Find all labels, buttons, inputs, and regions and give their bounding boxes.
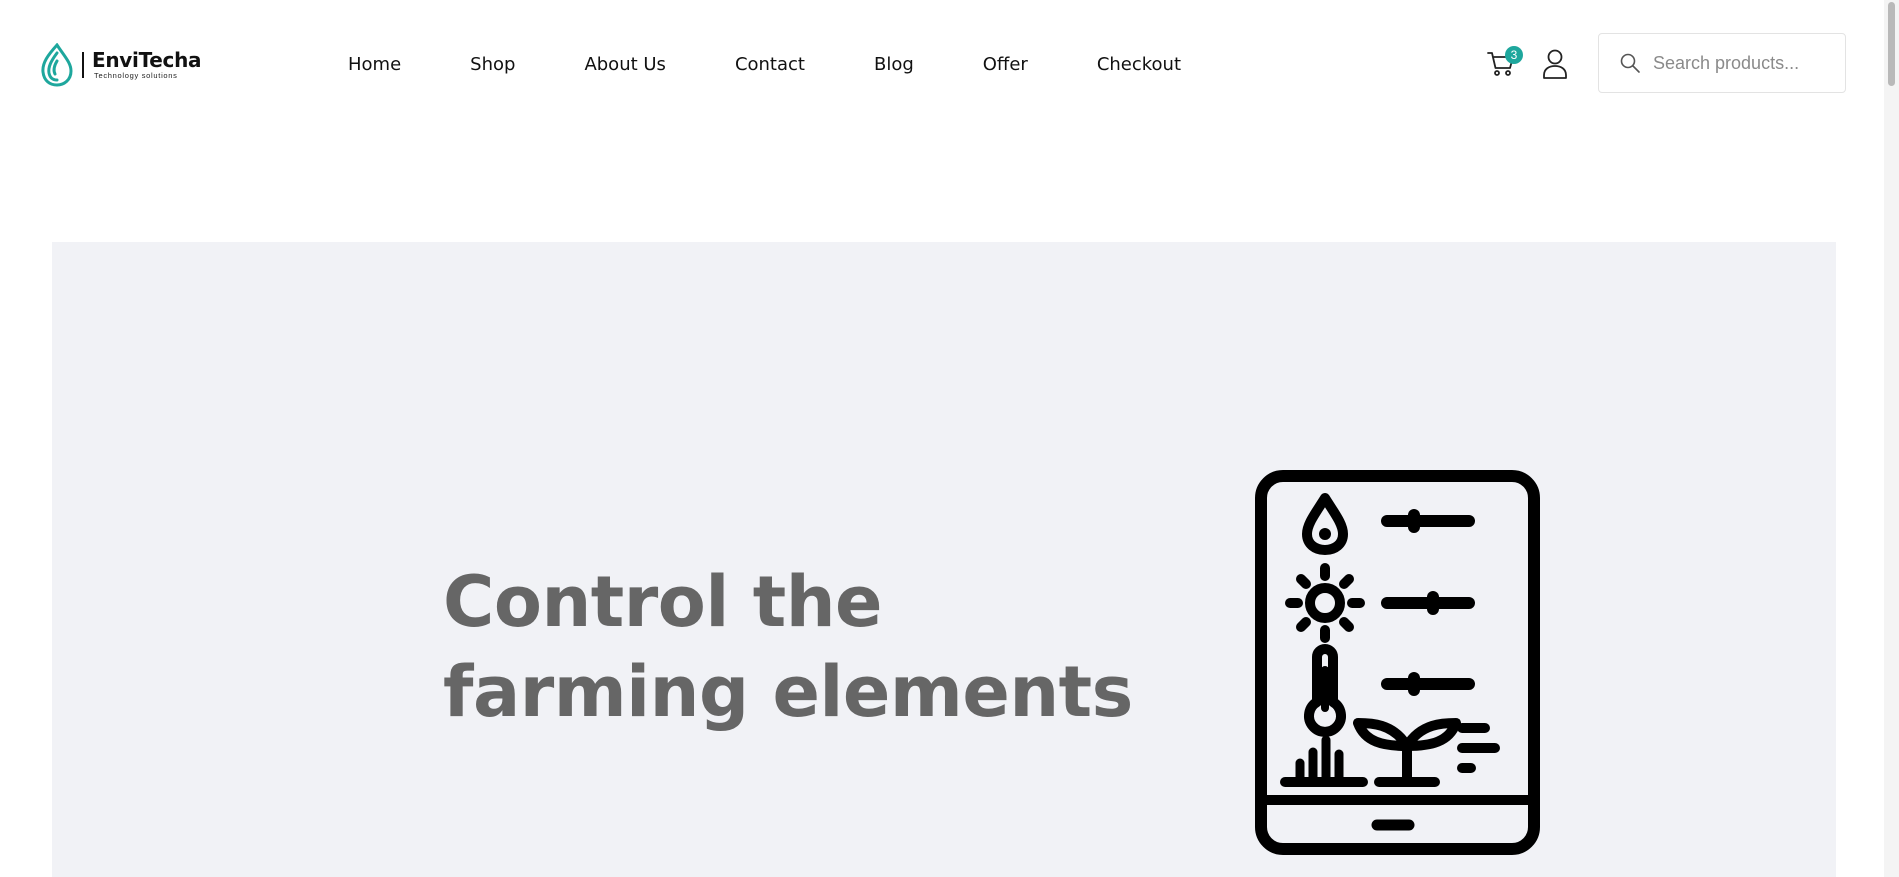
header-actions: 3 — [1486, 44, 1570, 84]
nav-item-contact[interactable]: Contact — [735, 54, 805, 75]
logo-divider — [82, 52, 84, 78]
hero-section: Control the farming elements — [52, 242, 1836, 877]
cart-count-badge: 3 — [1505, 46, 1523, 64]
hero-title-line-2: farming elements — [443, 651, 1133, 733]
search-input[interactable] — [1653, 43, 1833, 83]
logo-text: EnviTecha Technology solutions — [92, 48, 202, 81]
nav-item-offer[interactable]: Offer — [983, 54, 1028, 75]
user-icon — [1543, 49, 1567, 79]
brand-tagline: Technology solutions — [94, 71, 178, 81]
brand-name: EnviTecha — [92, 48, 202, 73]
product-search[interactable] — [1598, 33, 1846, 93]
cart-button[interactable]: 3 — [1486, 46, 1523, 80]
page-scrollbar[interactable] — [1884, 0, 1899, 877]
nav-item-checkout[interactable]: Checkout — [1097, 54, 1181, 75]
hero-title: Control the farming elements — [443, 557, 1133, 737]
account-button[interactable] — [1540, 48, 1570, 80]
scrollbar-thumb[interactable] — [1888, 2, 1895, 86]
site-logo[interactable]: EnviTecha Technology solutions — [40, 42, 202, 88]
smart-farming-tablet-icon — [1255, 470, 1540, 855]
nav-item-about-us[interactable]: About Us — [584, 54, 666, 75]
main-navigation: Home Shop About Us Contact Blog Offer Ch… — [348, 50, 1181, 78]
nav-item-shop[interactable]: Shop — [470, 54, 515, 75]
search-icon — [1620, 53, 1640, 73]
nav-item-home[interactable]: Home — [348, 54, 401, 75]
nav-item-blog[interactable]: Blog — [874, 54, 914, 75]
site-header: EnviTecha Technology solutions Home Shop… — [0, 0, 1899, 128]
leaf-drop-logo-icon — [41, 43, 73, 87]
hero-title-line-1: Control the — [443, 561, 883, 643]
